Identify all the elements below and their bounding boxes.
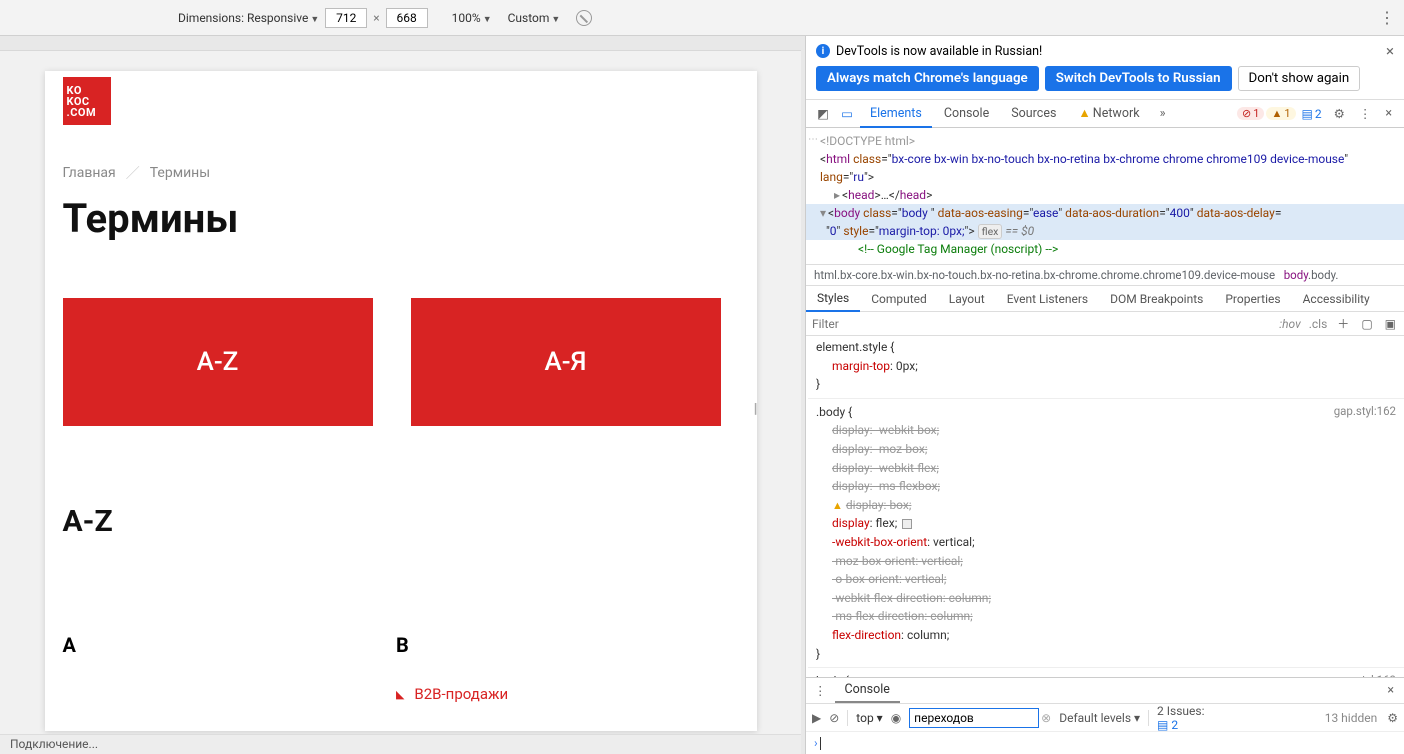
dom-tree[interactable]: ⋯ <!DOCTYPE html> <html class="bx-core b… [806, 128, 1404, 265]
tab-network[interactable]: ▲Network [1068, 100, 1149, 127]
styles-subtabs: Styles Computed Layout Event Listeners D… [806, 286, 1404, 312]
term-link-b2b[interactable]: ◣ B2B-продажи [396, 685, 508, 703]
viewport-area: KO KOC .COM Главная ／ Термины Термины A-… [0, 36, 801, 754]
device-menu-icon[interactable]: ⋮ [1379, 8, 1396, 27]
subtab-dom-breakpoints[interactable]: DOM Breakpoints [1099, 286, 1214, 311]
dont-show-button[interactable]: Don't show again [1238, 66, 1361, 91]
hidden-count[interactable]: 13 hidden [1325, 711, 1378, 725]
subtab-properties[interactable]: Properties [1214, 286, 1291, 311]
page-frame: KO KOC .COM Главная ／ Термины Термины A-… [45, 71, 757, 731]
inspect-icon[interactable]: ◩ [812, 106, 834, 122]
subtab-computed[interactable]: Computed [860, 286, 938, 311]
tab-console[interactable]: Console [934, 100, 999, 127]
dom-html[interactable]: <html class="bx-core bx-win bx-no-touch … [820, 150, 1396, 186]
settings-icon[interactable]: ⚙ [1328, 106, 1351, 122]
devtools-close-icon[interactable]: × [1379, 106, 1398, 121]
device-toolbar: Dimensions: Responsive▼ × 100%▼ Custom▼ … [0, 0, 1404, 36]
section-heading-az: A-Z [63, 504, 739, 539]
always-match-button[interactable]: Always match Chrome's language [816, 66, 1039, 91]
more-tabs-icon[interactable]: » [1152, 106, 1174, 121]
styles-pane[interactable]: element.style { margin-top: 0px; } gap.s… [806, 336, 1404, 677]
subtab-layout[interactable]: Layout [938, 286, 996, 311]
breadcrumb: Главная ／ Термины [63, 163, 739, 183]
devtools-locale-banner: i DevTools is now available in Russian! … [806, 36, 1404, 62]
console-sidebar-icon[interactable]: ▶ [812, 711, 821, 725]
console-prompt-icon: › [814, 736, 818, 750]
dimension-separator: × [373, 11, 379, 25]
viewport-height-input[interactable] [386, 8, 428, 28]
computed-toggle-icon[interactable]: ▢ [1359, 317, 1374, 331]
dom-comment: <!-- Google Tag Manager (noscript) --> [820, 240, 1396, 258]
tab-sources[interactable]: Sources [1001, 100, 1066, 127]
letter-heading-a: A [63, 633, 76, 657]
banner-text: DevTools is now available in Russian! [836, 44, 1042, 59]
breadcrumb-current: Термины [150, 165, 210, 181]
tile-az[interactable]: A-Z [63, 298, 373, 426]
ruler [0, 36, 801, 51]
console-drawer-tab[interactable]: Console [835, 678, 900, 703]
subtab-accessibility[interactable]: Accessibility [1292, 286, 1381, 311]
live-expr-icon[interactable]: ◉ [891, 711, 901, 725]
banner-close-icon[interactable]: × [1386, 42, 1394, 60]
console-settings-icon[interactable]: ⚙ [1387, 711, 1398, 725]
styles-filter-bar: :hov .cls ＋ ▢ ▣ [806, 312, 1404, 336]
log-levels-select[interactable]: Default levels ▾ [1059, 711, 1140, 725]
dom-body-selected[interactable]: ▾<body class="body " data-aos-easing="ea… [806, 204, 1404, 240]
console-filter-input[interactable] [909, 708, 1039, 728]
tile-cyrillic[interactable]: А-Я [411, 298, 721, 426]
error-badge[interactable]: ⊘1 [1237, 107, 1264, 120]
clear-console-icon[interactable]: ⊘ [829, 711, 839, 725]
subtab-styles[interactable]: Styles [806, 286, 860, 312]
breadcrumb-sep: ／ [126, 163, 140, 183]
new-style-icon[interactable]: ＋ [1335, 315, 1351, 332]
letter-heading-b: B [396, 633, 508, 657]
tab-elements[interactable]: Elements [860, 101, 932, 128]
dom-head[interactable]: ▸<head>…</head> [820, 186, 1396, 204]
site-logo[interactable]: KO KOC .COM [63, 77, 111, 125]
switch-language-button[interactable]: Switch DevTools to Russian [1045, 66, 1232, 91]
context-select[interactable]: top ▾ [856, 711, 882, 725]
console-drawer: ⋮ Console × ▶ ⊘ top ▾ ◉ ⊗ Default levels… [806, 677, 1404, 754]
device-mode-icon[interactable]: ▭ [836, 106, 858, 122]
clear-filter-icon[interactable]: ⊗ [1041, 711, 1051, 725]
zoom-select[interactable]: 100%▼ [452, 11, 492, 25]
issues-count[interactable]: 2 Issues: ▤ 2 [1157, 704, 1204, 732]
breadcrumb-home[interactable]: Главная [63, 165, 116, 181]
console-menu-icon[interactable]: ⋮ [806, 683, 835, 699]
dimensions-label[interactable]: Dimensions: Responsive▼ [178, 11, 319, 25]
sidebar-toggle-icon[interactable]: ▣ [1383, 317, 1398, 331]
subtab-event-listeners[interactable]: Event Listeners [996, 286, 1099, 311]
warning-badge[interactable]: ▲1 [1266, 107, 1295, 120]
throttle-select[interactable]: Custom▼ [508, 11, 561, 25]
hov-toggle[interactable]: :hov [1279, 317, 1300, 331]
page-title: Термины [63, 195, 739, 242]
devtools-panel: i DevTools is now available in Russian! … [805, 36, 1404, 754]
viewport-width-input[interactable] [325, 8, 367, 28]
status-bar: Подключение... [0, 734, 801, 754]
resize-handle-icon[interactable]: || [754, 401, 755, 417]
warning-icon: ▲ [832, 499, 843, 512]
devtools-tabstrip: ◩ ▭ Elements Console Sources ▲Network » … [806, 100, 1404, 128]
info-icon: i [816, 44, 830, 58]
issues-badge[interactable]: ▤2 [1298, 107, 1326, 121]
dom-doctype: <!DOCTYPE html> [820, 132, 1396, 150]
console-close-icon[interactable]: × [1377, 683, 1404, 698]
cls-toggle[interactable]: .cls [1309, 317, 1328, 331]
rotate-icon[interactable] [576, 10, 592, 26]
bullet-icon: ◣ [396, 688, 404, 701]
styles-filter-input[interactable] [812, 317, 1271, 331]
flex-badge-icon[interactable] [902, 519, 912, 529]
devtools-menu-icon[interactable]: ⋮ [1353, 106, 1378, 122]
dom-breadcrumbs[interactable]: html.bx-core.bx-win.bx-no-touch.bx-no-re… [806, 265, 1404, 286]
console-input-area[interactable]: › [806, 732, 1404, 754]
